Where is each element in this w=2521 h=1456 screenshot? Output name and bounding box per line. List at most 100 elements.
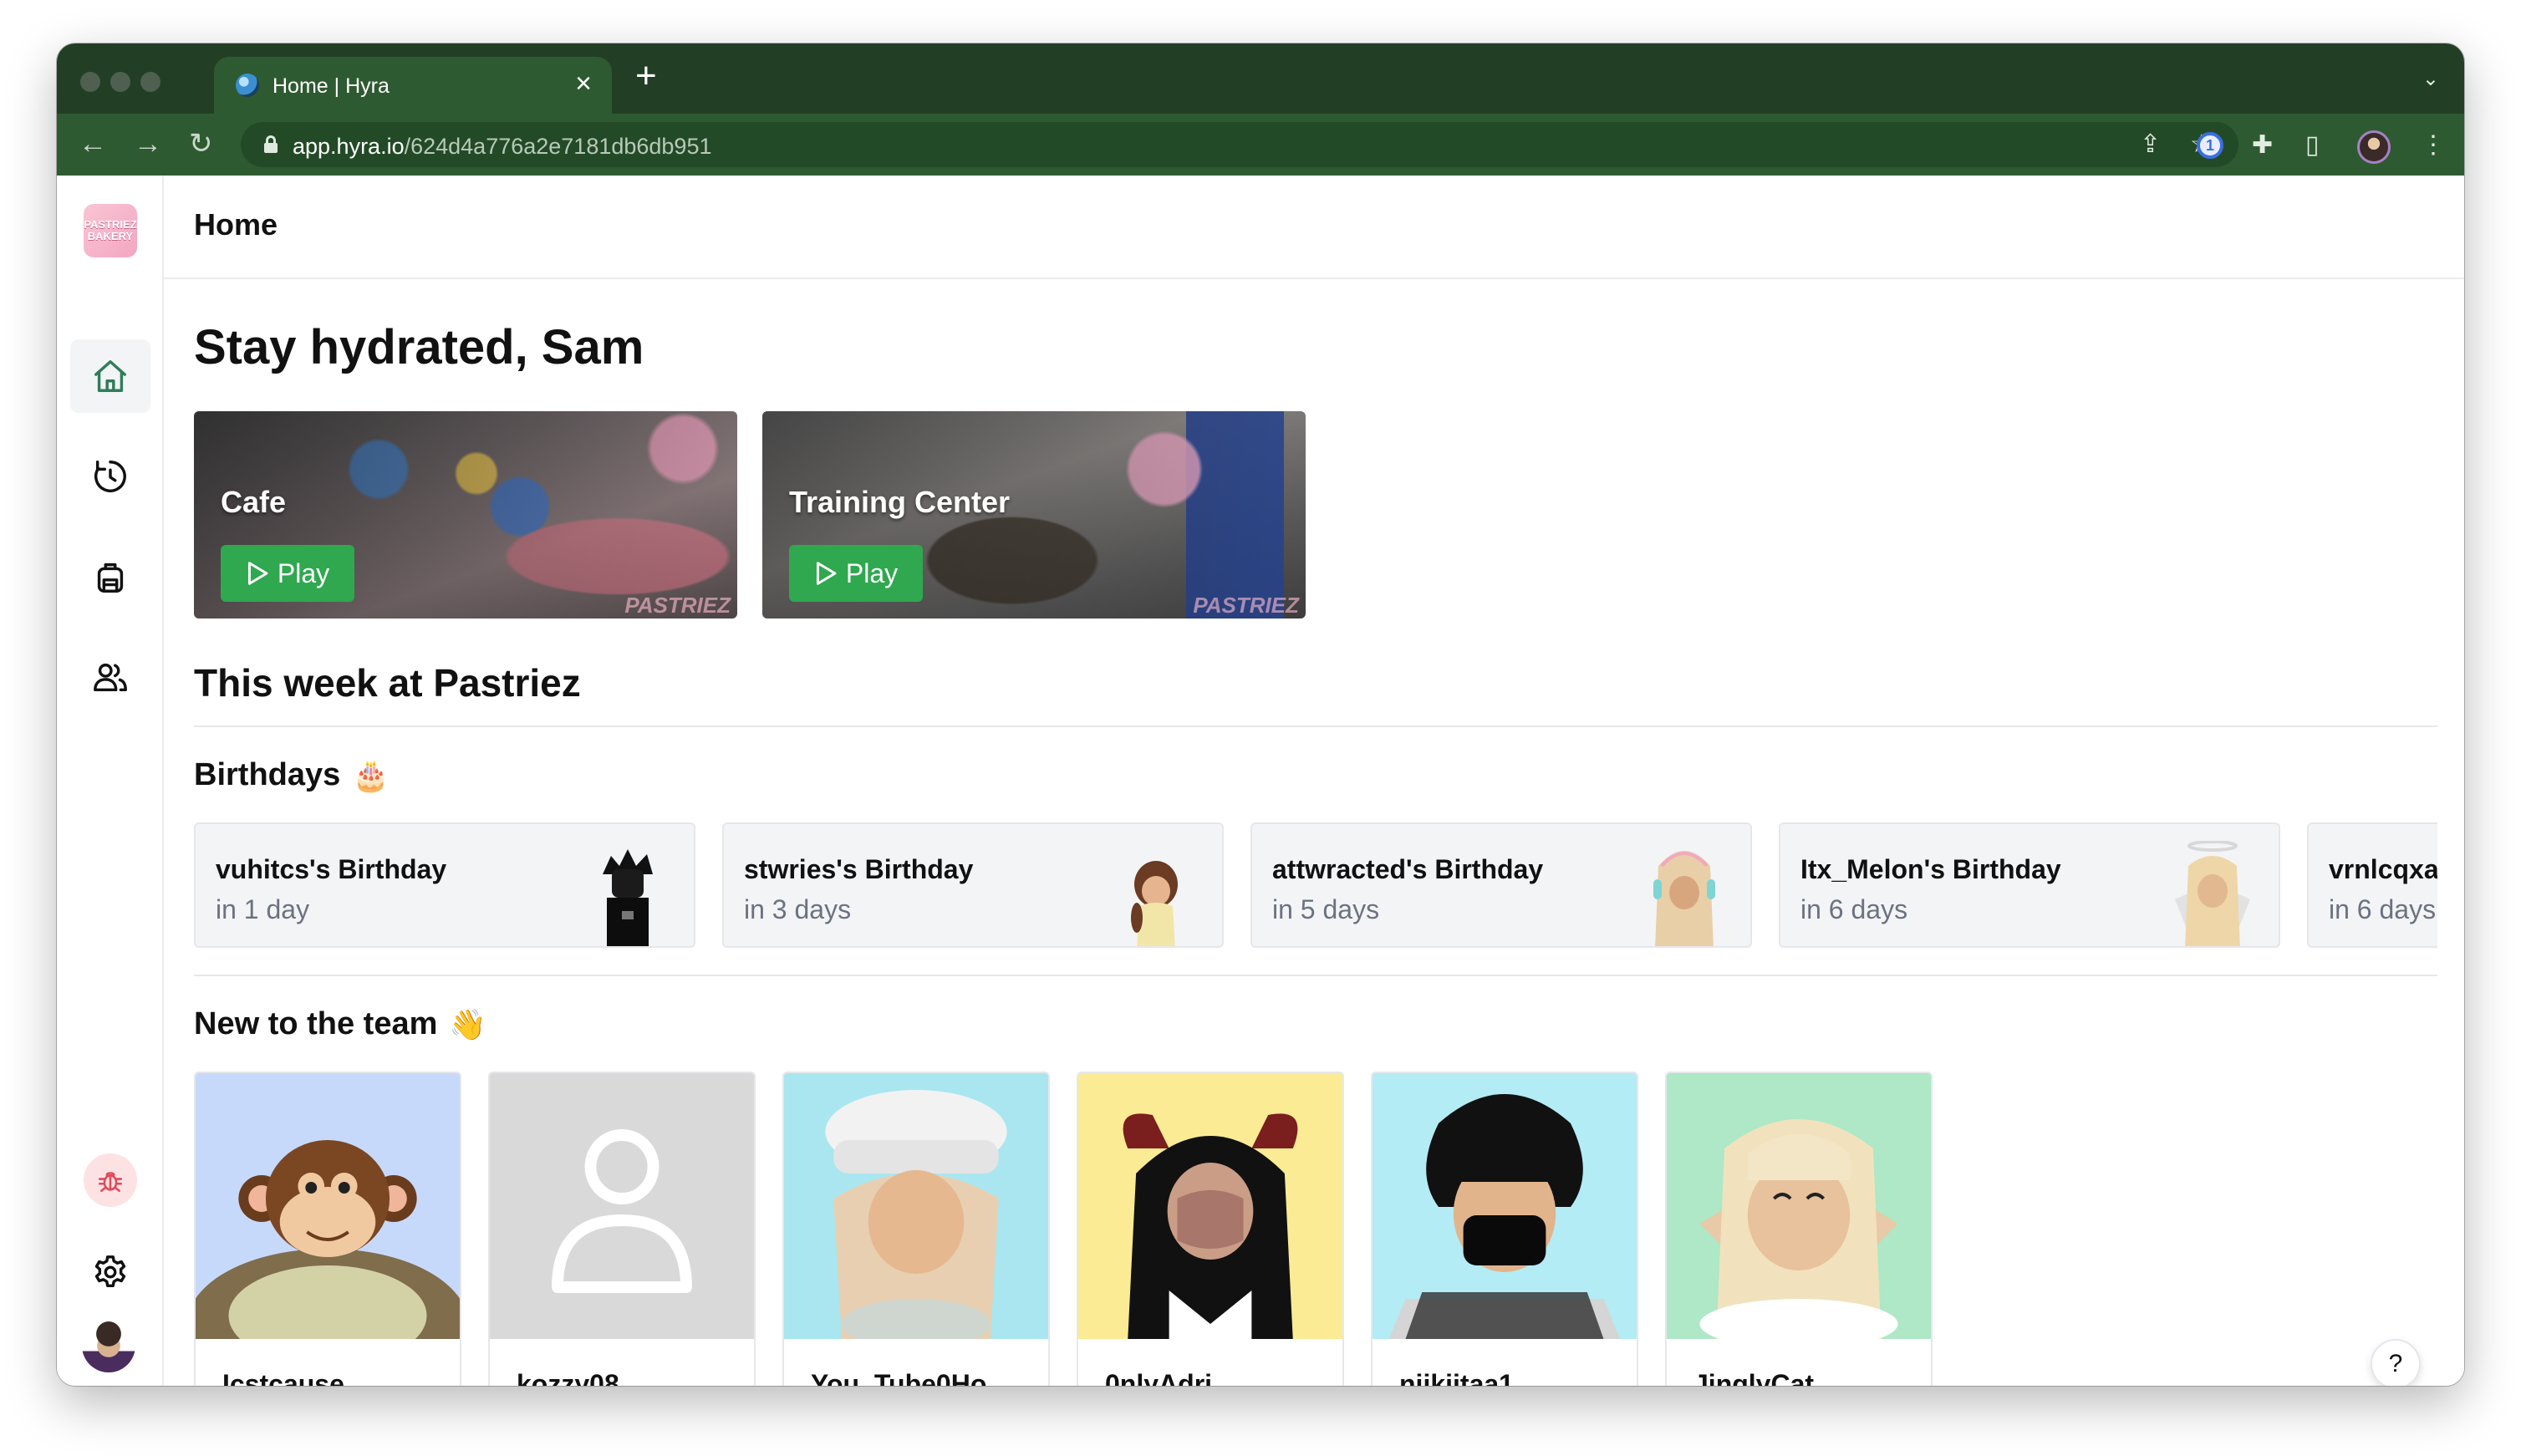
tab-close-icon[interactable]: × [575,67,592,100]
hyra-app: PASTRIEZ BAKERY Home Stay hydrated, Sam … [57,176,2464,1386]
birthday-card[interactable]: vrnlcqxa' in 6 days [2307,822,2437,948]
password-manager-extension-icon[interactable]: 1 [2197,132,2223,159]
member-name: Icstcause [222,1369,344,1386]
play-training-center-button[interactable]: Play [789,545,923,602]
sidebar-item-team[interactable] [70,640,150,714]
play-icon [247,562,268,585]
member-name: You_Tube0Ho... [811,1369,1010,1386]
browser-profile-avatar[interactable] [2357,130,2391,164]
birthday-when: in 6 days [2329,894,2437,924]
birthday-when: in 1 day [216,894,310,924]
window-zoom-button[interactable] [140,72,160,92]
member-avatar [784,1073,1048,1339]
birthday-cake-icon: 🎂 [352,757,390,792]
section-divider [194,725,2437,727]
birthday-when: in 6 days [1800,894,1908,924]
sidebar: PASTRIEZ BAKERY [57,176,164,1386]
user-avatar[interactable] [82,1319,135,1372]
birthday-card[interactable]: stwries's Birthday in 3 days [722,822,1224,948]
address-bar[interactable]: app.hyra.io/624d4a776a2e7181db6db951 ⇪ ☆ [241,122,2238,167]
settings-button[interactable] [87,1249,134,1296]
game-card-cafe[interactable]: PASTRIEZ Cafe Play [194,411,737,619]
member-avatar [196,1073,460,1339]
game-name: Cafe [221,485,287,519]
member-card[interactable]: JinglyCat [1665,1072,1933,1386]
backpack-icon [97,563,124,593]
new-tab-button[interactable]: + [635,55,657,97]
game-name: Training Center [789,485,1011,519]
report-bug-button[interactable] [84,1153,137,1207]
home-icon [94,360,126,392]
sidebar-item-home[interactable] [70,339,150,413]
member-name: kozzy08 [517,1369,619,1386]
lock-icon [264,135,278,154]
back-arrow-icon[interactable]: ← [79,127,107,160]
member-avatar [1667,1073,1931,1339]
birthdays-title: Birthdays 🎂 [194,757,390,792]
birthday-when: in 5 days [1272,894,1380,924]
week-section-title: This week at Pastriez [194,661,581,705]
member-avatar [1373,1073,1637,1339]
birthday-avatar [1131,861,1178,946]
member-card[interactable]: niikiitaa1 [1371,1072,1638,1386]
birthday-name: vuhitcs's Birthday [216,854,447,884]
birthday-avatar [2175,841,2250,946]
org-logo[interactable]: PASTRIEZ BAKERY [84,204,137,257]
tab-title: Home | Hyra [272,74,390,98]
window-minimize-button[interactable] [110,72,130,92]
tab-strip: Home | Hyra × + ⌄ [57,43,2464,114]
url-text: app.hyra.io/624d4a776a2e7181db6db951 [293,134,712,159]
game-watermark: PASTRIEZ [624,593,731,618]
birthday-name: attwracted's Birthday [1272,854,1544,884]
birthday-name: stwries's Birthday [744,854,974,884]
birthday-card[interactable]: Itx_Melon's Birthday in 6 days [1779,822,2280,948]
window-close-button[interactable] [80,72,100,92]
browser-window: Home | Hyra × + ⌄ ← → ↻ app.hyra.io/624d… [57,43,2464,1386]
default-user-icon [490,1073,754,1339]
birthday-card[interactable]: vuhitcs's Birthday in 1 day [194,822,695,948]
top-bar: Home [164,176,2464,279]
browser-tab[interactable]: Home | Hyra × [214,57,612,114]
bug-icon [98,1172,123,1193]
member-name: niikiitaa1 [1399,1369,1514,1386]
member-avatar [1078,1073,1342,1339]
waving-hand-icon: 👋 [449,1006,487,1041]
tab-search-chevron-icon[interactable]: ⌄ [2422,67,2439,91]
gear-icon [94,1255,126,1288]
birthday-avatar [603,849,653,946]
sidebar-item-inventory[interactable] [70,540,150,613]
history-icon [94,461,126,492]
member-card[interactable]: You_Tube0Ho... [782,1072,1050,1386]
share-icon[interactable]: ⇪ [2140,130,2161,160]
greeting-heading: Stay hydrated, Sam [194,320,644,374]
member-name: 0nlyAdri [1105,1369,1213,1386]
member-card[interactable]: Icstcause [194,1072,461,1386]
birthday-name: Itx_Melon's Birthday [1800,854,2061,884]
sidebar-item-activity[interactable] [70,440,150,513]
member-name: JinglyCat [1693,1369,1815,1386]
browser-toolbar: ← → ↻ app.hyra.io/624d4a776a2e7181db6db9… [57,114,2464,176]
page-title: Home [194,207,278,242]
help-button[interactable]: ? [2371,1339,2421,1386]
play-label: Play [277,557,330,588]
birthday-card[interactable]: attwracted's Birthday in 5 days [1250,822,1752,948]
birthday-avatar [1653,851,1715,946]
play-label: Play [845,557,899,588]
member-card[interactable]: kozzy08 [488,1072,756,1386]
main-content: Stay hydrated, Sam PASTRIEZ Cafe Play PA… [191,279,2437,1386]
game-watermark: PASTRIEZ [1193,593,1299,618]
extensions-puzzle-icon[interactable]: ✚ [2252,130,2273,160]
reload-icon[interactable]: ↻ [189,127,213,160]
side-panel-icon[interactable]: ▯ [2305,130,2320,160]
game-card-training-center[interactable]: PASTRIEZ Training Center Play [762,411,1306,619]
birthday-when: in 3 days [744,894,852,924]
forward-arrow-icon[interactable]: → [134,127,162,160]
users-icon [94,663,127,692]
new-team-title: New to the team 👋 [194,1006,487,1041]
member-card[interactable]: 0nlyAdri [1077,1072,1344,1386]
play-cafe-button[interactable]: Play [221,545,354,602]
section-divider [194,975,2437,976]
play-icon [816,562,837,585]
hyra-favicon-icon [236,74,259,97]
browser-menu-icon[interactable]: ⋮ [2421,130,2446,160]
